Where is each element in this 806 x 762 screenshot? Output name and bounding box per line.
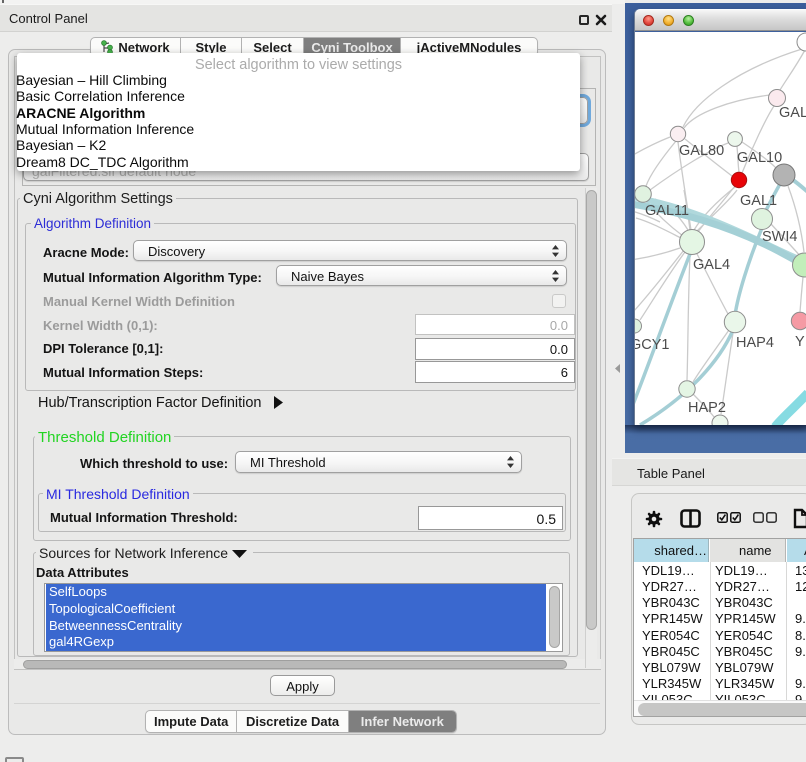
svg-text:GCY1: GCY1 xyxy=(635,337,670,353)
svg-text:Y: Y xyxy=(795,334,805,350)
svg-text:GAL80: GAL80 xyxy=(679,143,724,159)
svg-text:HAP2: HAP2 xyxy=(688,400,726,416)
svg-text:SWI4: SWI4 xyxy=(762,229,797,245)
svg-text:GAL4: GAL4 xyxy=(693,257,730,273)
svg-text:GAL11: GAL11 xyxy=(645,203,689,219)
svg-text:GAL1: GAL1 xyxy=(740,193,777,209)
svg-text:GAL2: GAL2 xyxy=(779,105,806,121)
svg-text:HAP4: HAP4 xyxy=(736,335,774,351)
svg-text:GAL10: GAL10 xyxy=(737,150,782,166)
